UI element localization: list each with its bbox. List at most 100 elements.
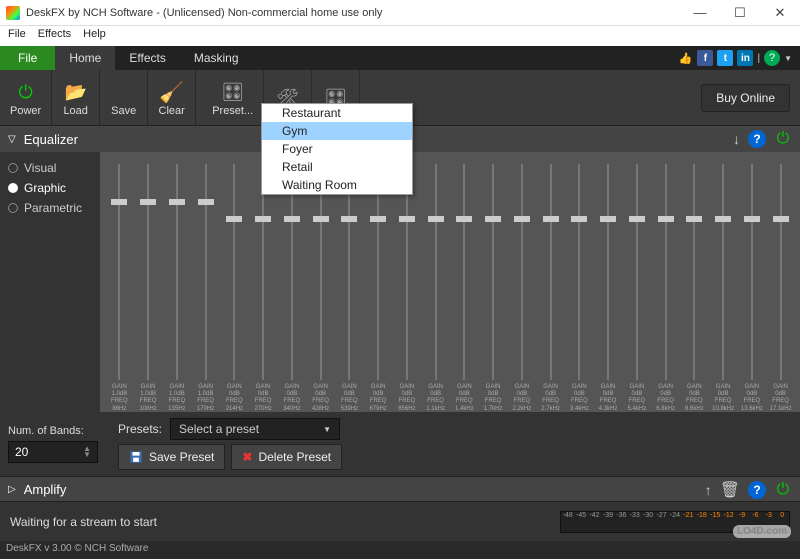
slider-thumb[interactable] xyxy=(198,199,214,205)
slider-thumb[interactable] xyxy=(773,216,789,222)
band-slider[interactable]: GAIN0dBFREQ214Hz xyxy=(221,160,248,408)
move-up-icon[interactable]: ↑ xyxy=(705,482,712,498)
slider-thumb[interactable] xyxy=(514,216,530,222)
band-slider[interactable]: GAIN0dBFREQ340Hz xyxy=(279,160,306,408)
slider-thumb[interactable] xyxy=(226,216,242,222)
save-preset-button[interactable]: Save Preset xyxy=(118,444,225,470)
slider-track xyxy=(693,164,695,380)
band-slider[interactable]: GAIN1.0dBFREQ86Hz xyxy=(106,160,133,408)
dropdown-item[interactable]: Waiting Room xyxy=(262,176,412,194)
help-dropdown-icon[interactable]: ▼ xyxy=(784,54,792,63)
num-bands-input[interactable]: 20 ▲▼ xyxy=(8,441,98,463)
menu-help[interactable]: Help xyxy=(77,26,112,46)
presets-button[interactable]: 🎛 Preset... xyxy=(202,70,264,125)
band-slider[interactable]: GAIN0dBFREQ1.7kHz xyxy=(480,160,507,408)
facebook-icon[interactable]: f xyxy=(697,50,713,66)
linkedin-icon[interactable]: in xyxy=(737,50,753,66)
band-slider[interactable]: GAIN0dBFREQ1.1kHz xyxy=(422,160,449,408)
band-slider[interactable]: GAIN0dBFREQ428Hz xyxy=(307,160,334,408)
eq-mode-parametric[interactable]: Parametric xyxy=(0,198,100,218)
band-slider[interactable]: GAIN0dBFREQ4.3kHz xyxy=(595,160,622,408)
tab-home[interactable]: Home xyxy=(55,46,115,70)
slider-thumb[interactable] xyxy=(686,216,702,222)
load-button[interactable]: 📂 Load xyxy=(52,70,100,125)
slider-thumb[interactable] xyxy=(284,216,300,222)
slider-thumb[interactable] xyxy=(399,216,415,222)
preset-select[interactable]: Select a preset ▼ xyxy=(170,418,340,440)
band-slider[interactable]: GAIN0dBFREQ17.1kHz xyxy=(767,160,794,408)
slider-thumb[interactable] xyxy=(313,216,329,222)
dropdown-item[interactable]: Gym xyxy=(262,122,412,140)
eq-mode-graphic[interactable]: Graphic xyxy=(0,178,100,198)
slider-thumb[interactable] xyxy=(744,216,760,222)
amplify-help-icon[interactable]: ? xyxy=(748,481,766,499)
amplify-power-icon[interactable]: ⏻ xyxy=(774,481,792,499)
band-label: GAIN0dBFREQ6.8kHz xyxy=(656,384,675,408)
band-slider[interactable]: GAIN1.0dBFREQ170Hz xyxy=(192,160,219,408)
dropdown-item[interactable]: Foyer xyxy=(262,140,412,158)
equalizer-help-icon[interactable]: ? xyxy=(748,130,766,148)
delete-icon: ✖ xyxy=(242,450,252,464)
band-slider[interactable]: GAIN0dBFREQ5.4kHz xyxy=(624,160,651,408)
maximize-button[interactable]: ☐ xyxy=(720,0,760,26)
band-slider[interactable]: GAIN0dBFREQ270Hz xyxy=(250,160,277,408)
band-slider[interactable]: GAIN0dBFREQ10.8kHz xyxy=(710,160,737,408)
spinner-icon[interactable]: ▲▼ xyxy=(83,446,91,457)
band-slider[interactable]: GAIN0dBFREQ2.2kHz xyxy=(509,160,536,408)
slider-thumb[interactable] xyxy=(485,216,501,222)
band-slider[interactable]: GAIN0dBFREQ679Hz xyxy=(365,160,392,408)
band-slider[interactable]: GAIN0dBFREQ8.6kHz xyxy=(681,160,708,408)
band-slider[interactable]: GAIN0dBFREQ13.6kHz xyxy=(739,160,766,408)
dropdown-item[interactable]: Retail xyxy=(262,158,412,176)
slider-thumb[interactable] xyxy=(341,216,357,222)
move-down-icon[interactable]: ↓ xyxy=(733,131,740,147)
menu-effects[interactable]: Effects xyxy=(32,26,77,46)
band-slider[interactable]: GAIN1.0dBFREQ108Hz xyxy=(135,160,162,408)
help-icon[interactable]: ? xyxy=(764,50,780,66)
band-slider[interactable]: GAIN0dBFREQ856Hz xyxy=(394,160,421,408)
status-text: Waiting for a stream to start xyxy=(10,515,157,529)
twitter-icon[interactable]: t xyxy=(717,50,733,66)
amplify-header[interactable]: ▷ Amplify ↑ 🗑 ? ⏻ xyxy=(0,476,800,502)
band-slider[interactable]: GAIN0dBFREQ6.8kHz xyxy=(652,160,679,408)
band-slider[interactable]: GAIN0dBFREQ3.4kHz xyxy=(566,160,593,408)
broom-icon: 🧹 xyxy=(159,80,184,104)
band-slider[interactable]: GAIN0dBFREQ539Hz xyxy=(336,160,363,408)
clear-button[interactable]: 🧹 Clear xyxy=(148,70,196,125)
band-slider[interactable]: GAIN1.0dBFREQ135Hz xyxy=(164,160,191,408)
tab-effects[interactable]: Effects xyxy=(115,46,179,70)
slider-thumb[interactable] xyxy=(111,199,127,205)
eq-mode-label: Visual xyxy=(24,161,56,175)
slider-thumb[interactable] xyxy=(370,216,386,222)
save-button[interactable]: Save xyxy=(100,70,148,125)
slider-thumb[interactable] xyxy=(169,199,185,205)
minimize-button[interactable]: — xyxy=(680,0,720,26)
slider-thumb[interactable] xyxy=(571,216,587,222)
equalizer-power-icon[interactable]: ⏻ xyxy=(774,130,792,148)
tab-file[interactable]: File xyxy=(0,46,55,70)
slider-thumb[interactable] xyxy=(428,216,444,222)
tab-masking[interactable]: Masking xyxy=(180,46,253,70)
slider-thumb[interactable] xyxy=(140,199,156,205)
slider-thumb[interactable] xyxy=(543,216,559,222)
slider-track xyxy=(147,164,149,380)
slider-thumb[interactable] xyxy=(715,216,731,222)
slider-thumb[interactable] xyxy=(658,216,674,222)
delete-preset-button[interactable]: ✖ Delete Preset xyxy=(231,444,342,470)
buy-online-button[interactable]: Buy Online xyxy=(701,84,790,112)
slider-thumb[interactable] xyxy=(456,216,472,222)
slider-thumb[interactable] xyxy=(255,216,271,222)
band-slider[interactable]: GAIN0dBFREQ1.4kHz xyxy=(451,160,478,408)
eq-mode-visual[interactable]: Visual xyxy=(0,158,100,178)
band-slider[interactable]: GAIN0dBFREQ2.7kHz xyxy=(537,160,564,408)
close-button[interactable]: ✕ xyxy=(760,0,800,26)
trash-icon[interactable]: 🗑 xyxy=(720,480,740,500)
slider-track xyxy=(550,164,552,380)
menu-file[interactable]: File xyxy=(2,26,32,46)
power-button[interactable]: ⏻ Power xyxy=(0,70,52,125)
slider-thumb[interactable] xyxy=(600,216,616,222)
like-icon[interactable]: 👍 xyxy=(677,50,693,66)
folder-icon: 📂 xyxy=(64,80,86,104)
slider-thumb[interactable] xyxy=(629,216,645,222)
dropdown-item[interactable]: Restaurant xyxy=(262,104,412,122)
